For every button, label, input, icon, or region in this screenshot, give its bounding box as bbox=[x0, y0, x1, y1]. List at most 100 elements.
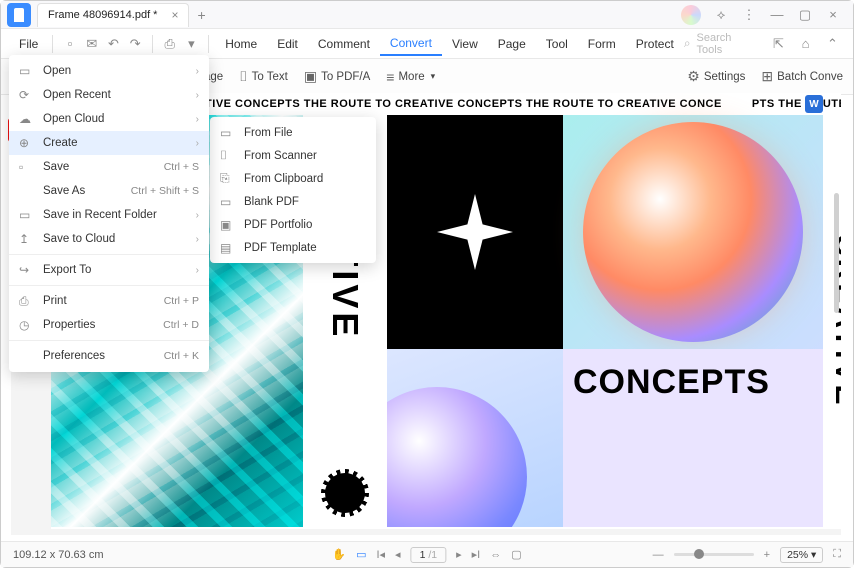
file-menu-open-recent[interactable]: ⟳Open Recent› bbox=[9, 83, 209, 107]
next-page-icon[interactable]: ▸ bbox=[456, 548, 462, 561]
file-menu-export-to[interactable]: ↪Export To› bbox=[9, 258, 209, 282]
menu-edit[interactable]: Edit bbox=[267, 33, 308, 55]
settings-button[interactable]: ⚙Settings bbox=[687, 68, 745, 85]
batch-convert-button[interactable]: ⊞Batch Conve bbox=[761, 68, 843, 85]
menu-home[interactable]: Home bbox=[215, 33, 267, 55]
menu-view[interactable]: View bbox=[442, 33, 488, 55]
fit-page-icon[interactable]: ▢ bbox=[511, 548, 521, 561]
word-badge-icon[interactable]: W bbox=[805, 95, 823, 113]
share-icon[interactable]: ⇱ bbox=[768, 36, 789, 52]
menu-protect[interactable]: Protect bbox=[626, 33, 684, 55]
fullscreen-icon[interactable]: ⛶ bbox=[833, 548, 841, 561]
sphere-art bbox=[583, 122, 803, 342]
creative-column-2: CREATIVE bbox=[823, 115, 841, 527]
tab-close-icon[interactable]: × bbox=[171, 8, 178, 22]
create-menu-from-scanner[interactable]: ⌷From Scanner bbox=[210, 144, 376, 167]
chevron-right-icon: › bbox=[196, 210, 199, 221]
more-icon: ≡ bbox=[386, 69, 394, 85]
text-icon: ⌷ bbox=[239, 68, 247, 85]
file-menu-save-in-recent-folder[interactable]: ▭Save in Recent Folder› bbox=[9, 203, 209, 227]
black-tile bbox=[387, 115, 563, 349]
chevron-right-icon: › bbox=[196, 66, 199, 77]
chevron-right-icon: › bbox=[196, 265, 199, 276]
batch-icon: ⊞ bbox=[761, 68, 773, 85]
undo-icon[interactable]: ↶ bbox=[103, 36, 125, 52]
minimize-button[interactable]: — bbox=[769, 7, 785, 22]
file-menu-open-cloud[interactable]: ☁Open Cloud› bbox=[9, 107, 209, 131]
to-text-button[interactable]: ⌷To Text bbox=[239, 68, 288, 85]
file-menu-save-to-cloud[interactable]: ↥Save to Cloud› bbox=[9, 227, 209, 251]
prev-page-icon[interactable]: ◂ bbox=[395, 548, 401, 561]
menu-item-icon: ◷ bbox=[19, 318, 33, 332]
concepts-tile: CONCEPTS bbox=[563, 349, 823, 527]
sphere-tile bbox=[563, 115, 823, 349]
last-page-icon[interactable]: ▸I bbox=[472, 548, 481, 561]
redo-icon[interactable]: ↷ bbox=[124, 36, 146, 52]
zoom-slider[interactable] bbox=[674, 553, 754, 556]
kebab-icon[interactable]: ⋮ bbox=[741, 7, 757, 23]
document-tab[interactable]: Frame 48096914.pdf * × bbox=[37, 3, 189, 27]
more-button[interactable]: ≡More▾ bbox=[386, 69, 435, 85]
page-input[interactable]: 1 /1 bbox=[411, 547, 447, 563]
file-menu-save-as[interactable]: Save AsCtrl + Shift + S bbox=[9, 179, 209, 203]
search-tools[interactable]: ⌕ Search Tools ⇱ ⌂ ⌃ bbox=[684, 32, 843, 56]
menu-comment[interactable]: Comment bbox=[308, 33, 380, 55]
menu-tool[interactable]: Tool bbox=[536, 33, 578, 55]
maximize-button[interactable]: ▢ bbox=[797, 7, 813, 23]
zoom-value[interactable]: 25% ▾ bbox=[780, 547, 823, 563]
file-menu-print[interactable]: ⎙PrintCtrl + P bbox=[9, 289, 209, 313]
menu-file[interactable]: File bbox=[11, 33, 46, 55]
zoom-out-button[interactable]: — bbox=[653, 549, 664, 561]
create-menu-pdf-portfolio[interactable]: ▣PDF Portfolio bbox=[210, 213, 376, 236]
file-menu-properties[interactable]: ◷PropertiesCtrl + D bbox=[9, 313, 209, 337]
zoom-in-button[interactable]: + bbox=[764, 549, 770, 561]
menu-form[interactable]: Form bbox=[578, 33, 626, 55]
vertical-scrollbar[interactable] bbox=[834, 193, 839, 313]
menu-item-icon: ▣ bbox=[220, 218, 234, 232]
menu-item-icon: ⊕ bbox=[19, 136, 33, 150]
menu-convert[interactable]: Convert bbox=[380, 32, 442, 56]
print-icon[interactable]: ⎙ bbox=[159, 36, 181, 52]
window-controls: ⟡ ⋮ — ▢ × bbox=[681, 5, 853, 25]
menu-item-icon: ⎙ bbox=[19, 294, 33, 309]
first-page-icon[interactable]: I◂ bbox=[376, 548, 385, 561]
chevron-right-icon: › bbox=[196, 90, 199, 101]
fit-width-icon[interactable]: ⇔ bbox=[490, 549, 501, 561]
create-menu-from-clipboard[interactable]: ⎘From Clipboard bbox=[210, 167, 376, 190]
create-submenu: ▭From File⌷From Scanner⎘From Clipboard▭B… bbox=[210, 117, 376, 263]
menu-item-icon: ⎘ bbox=[220, 171, 234, 186]
create-menu-from-file[interactable]: ▭From File bbox=[210, 121, 376, 144]
dropdown-icon[interactable]: ▾ bbox=[181, 36, 203, 52]
sparkle-icon bbox=[437, 194, 513, 270]
file-menu-open[interactable]: ▭Open› bbox=[9, 59, 209, 83]
menu-item-icon: ▭ bbox=[19, 64, 33, 78]
file-menu-save[interactable]: ▫SaveCtrl + S bbox=[9, 155, 209, 179]
concepts-text: CONCEPTS bbox=[573, 363, 770, 402]
create-menu-pdf-template[interactable]: ▤PDF Template bbox=[210, 236, 376, 259]
mail-icon[interactable]: ✉ bbox=[81, 36, 103, 52]
close-button[interactable]: × bbox=[825, 7, 841, 22]
save-icon[interactable]: ▫ bbox=[59, 36, 81, 51]
menu-item-icon: ☁ bbox=[19, 112, 33, 126]
collapse-icon[interactable]: ⌃ bbox=[822, 36, 843, 52]
menu-item-icon: ▭ bbox=[220, 195, 234, 209]
feedback-icon[interactable]: ⟡ bbox=[713, 7, 729, 23]
select-tool-icon[interactable]: ▭ bbox=[356, 548, 366, 561]
file-dropdown: ▭Open›⟳Open Recent›☁Open Cloud›⊕Create›▫… bbox=[9, 55, 209, 372]
hand-tool-icon[interactable]: ✋ bbox=[332, 548, 346, 561]
search-icon: ⌕ bbox=[684, 36, 691, 51]
app-logo bbox=[7, 3, 31, 27]
create-menu-blank-pdf[interactable]: ▭Blank PDF bbox=[210, 190, 376, 213]
new-tab-button[interactable]: + bbox=[197, 7, 205, 23]
ai-icon[interactable] bbox=[681, 5, 701, 25]
menu-item-icon: ⌷ bbox=[220, 148, 234, 163]
to-pdfa-button[interactable]: ▣To PDF/A bbox=[304, 68, 370, 85]
menu-item-icon: ↪ bbox=[19, 263, 33, 277]
blob-tile bbox=[387, 349, 563, 527]
file-menu-create[interactable]: ⊕Create› bbox=[9, 131, 209, 155]
menu-page[interactable]: Page bbox=[488, 33, 536, 55]
cloud-icon[interactable]: ⌂ bbox=[795, 36, 816, 51]
menu-item-icon: ⟳ bbox=[19, 88, 33, 102]
pager: ✋ ▭ I◂ ◂ 1 /1 ▸ ▸I ⇔ ▢ bbox=[332, 547, 521, 563]
file-menu-preferences[interactable]: PreferencesCtrl + K bbox=[9, 344, 209, 368]
